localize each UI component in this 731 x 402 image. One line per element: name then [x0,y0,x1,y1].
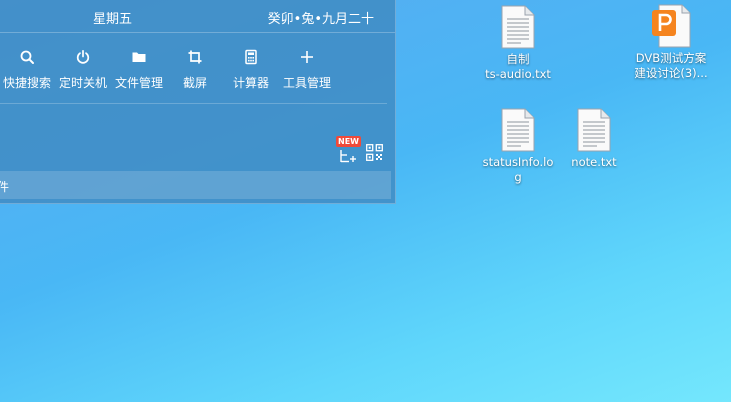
text-file-icon [501,108,535,152]
desktop-file-note[interactable]: note.txt [552,108,636,170]
new-feature-button[interactable]: NEW [336,136,362,164]
search-icon [0,49,57,71]
screenshot-button[interactable]: 截屏 [165,46,225,91]
tool-label: 快捷搜索 [2,76,51,90]
calculator-button[interactable]: 计算器 [221,46,281,91]
bottom-bar-text: 件 [0,180,10,194]
quick-search-button[interactable]: 快捷搜索 [0,46,57,91]
text-file-icon [501,5,535,49]
divider [0,103,387,104]
plus-icon [277,49,337,71]
file-name: statusInfo.lo g [482,155,554,184]
widget-bottom-bar[interactable]: 件 [0,171,391,199]
tool-label: 定时关机 [58,76,107,90]
date-row: 星期五 癸卯•兔•九月二十 [0,0,395,33]
desktop-widget-panel: 星期五 癸卯•兔•九月二十 快捷搜索 定时关机 文件管理 截屏 计算器 工具管理… [0,0,396,204]
desktop-file-dvb-ppt[interactable]: DVB测试方案 建设讨论(3)... [629,4,713,81]
add-list-icon [340,150,356,163]
tool-label: 文件管理 [114,76,163,90]
ppt-file-icon [652,4,691,48]
tool-manager-button[interactable]: 工具管理 [277,46,337,91]
file-manager-button[interactable]: 文件管理 [109,46,169,91]
desktop-file-ts-audio[interactable]: 自制 ts-audio.txt [476,5,560,82]
crop-icon [165,49,225,71]
desktop-file-statusinfo[interactable]: statusInfo.lo g [476,108,560,185]
power-icon [53,49,113,71]
scheduled-shutdown-button[interactable]: 定时关机 [53,46,113,91]
weekday-label: 星期五 [93,12,133,27]
text-file-icon [577,108,611,152]
new-badge: NEW [336,136,361,147]
calculator-icon [221,49,281,71]
folder-icon [109,49,169,71]
file-name: 自制 ts-audio.txt [485,52,551,81]
file-name: DVB测试方案 建设讨论(3)... [634,51,708,80]
tool-label: 截屏 [182,76,207,90]
qr-code-icon[interactable] [366,144,383,161]
tool-label: 工具管理 [282,76,331,90]
lunar-date-label: 癸卯•兔•九月二十 [267,12,374,27]
tool-label: 计算器 [232,76,269,90]
file-name: note.txt [571,155,617,169]
